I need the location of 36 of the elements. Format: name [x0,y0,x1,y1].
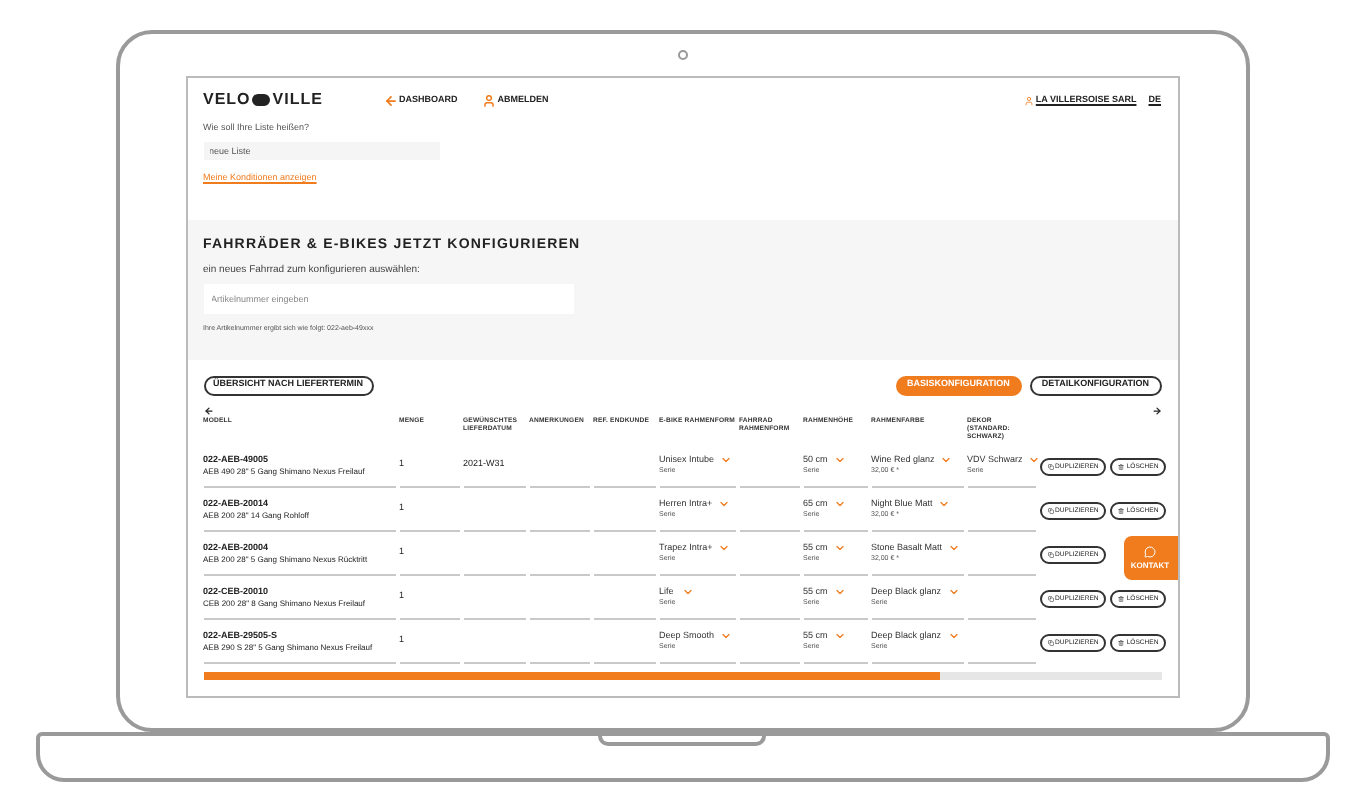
chevron-down-icon [833,498,846,510]
user-icon [481,93,496,107]
logo-pill-icon [252,94,271,106]
copy-icon [1047,551,1053,557]
copy-icon [1047,639,1053,645]
chevron-down-icon [720,630,733,642]
chevron-down-icon [833,586,846,598]
chevron-down-icon [938,498,951,510]
chevron-down-icon [947,586,960,598]
chevron-down-icon [718,542,731,554]
chevron-down-icon [948,542,961,554]
scroll-left-icon[interactable] [203,405,213,415]
user-icon [1023,95,1034,105]
copy-icon [1047,507,1053,513]
copy-icon [1047,463,1053,469]
trash-icon [1118,639,1125,645]
chevron-down-icon [833,454,846,466]
trash-icon [1118,595,1125,601]
horizontal-scrollbar[interactable] [203,672,1161,680]
chevron-down-icon [947,630,960,642]
scrollbar-thumb[interactable] [203,672,941,680]
chevron-down-icon [1028,454,1041,466]
chevron-down-icon [833,542,846,554]
camera-icon [677,50,687,60]
chevron-down-icon [940,454,953,466]
chat-icon [1144,545,1156,557]
trash-icon [1118,507,1125,513]
arrow-left-icon [383,93,397,107]
chevron-down-icon [718,498,731,510]
chevron-down-icon [681,586,694,598]
scroll-right-icon[interactable] [1151,405,1161,415]
chevron-down-icon [720,454,733,466]
chevron-down-icon [833,630,846,642]
trash-icon [1118,463,1125,469]
logo[interactable]: VELO VILLE [203,92,383,108]
copy-icon [1047,595,1053,601]
